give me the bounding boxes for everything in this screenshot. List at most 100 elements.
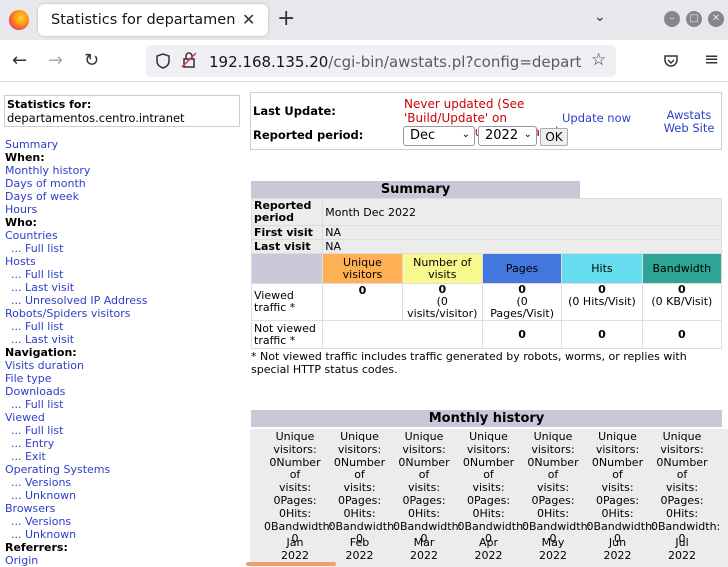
url-text[interactable]: 192.168.135.20/cgi-bin/awstats.pl?config… <box>209 53 581 71</box>
sidebar-section-heading: Navigation: <box>5 346 77 359</box>
sidebar-link[interactable]: ... Versions <box>5 515 71 528</box>
bookmark-star-icon[interactable]: ☆ <box>591 50 606 70</box>
month-stat-line: visitors: <box>273 442 317 456</box>
month-stat-line: visitors: <box>660 442 704 456</box>
sidebar-link[interactable]: Summary <box>5 138 58 151</box>
pocket-icon[interactable] <box>663 53 679 69</box>
sidebar-link[interactable]: ... Unknown <box>5 528 76 541</box>
maximize-icon[interactable]: □ <box>686 11 702 27</box>
viewed-bandwidth-sub: (0 KB/Visit) <box>651 295 713 308</box>
close-icon[interactable]: ✕ <box>242 10 255 29</box>
month-stat-line: Unique <box>598 430 637 443</box>
viewed-traffic-label: Viewed traffic * <box>250 283 324 321</box>
year-select[interactable]: 2022 ⌄ <box>478 126 537 146</box>
sidebar-link[interactable]: ... Full list <box>5 268 63 281</box>
sidebar-link[interactable]: Robots/Spiders visitors <box>5 307 131 320</box>
viewed-pages-sub: (0 Pages/Visit) <box>490 295 555 320</box>
sidebar-link[interactable]: Days of month <box>5 177 86 190</box>
not-viewed-blank <box>322 320 483 349</box>
visits-header: Number of visits <box>401 253 483 284</box>
sidebar-link[interactable]: ... Versions <box>5 476 71 489</box>
sidebar-link[interactable]: ... Unresolved IP Address <box>5 294 148 307</box>
month-stat-line: 0Hits: <box>472 506 505 520</box>
sidebar-subitem: ... Versions <box>5 476 240 489</box>
month-label: Feb 2022 <box>329 536 391 562</box>
not-viewed-bandwidth: 0 <box>641 320 723 349</box>
sidebar-link[interactable]: ... Last visit <box>5 281 74 294</box>
month-year: 2022 <box>539 549 567 562</box>
sidebar-link[interactable]: Downloads <box>5 385 65 398</box>
month-name: Feb <box>349 536 370 549</box>
sidebar-link[interactable]: ... Last visit <box>5 333 74 346</box>
month-select[interactable]: Dec ⌄ <box>403 126 475 146</box>
page-content: Statistics for: departamentos.centro.int… <box>0 82 728 567</box>
chevron-down-icon[interactable]: ⌄ <box>594 9 606 25</box>
sidebar-link[interactable]: Hosts <box>5 255 36 268</box>
sidebar-link[interactable]: Visits duration <box>5 359 84 372</box>
reload-icon[interactable]: ↻ <box>84 50 99 71</box>
sidebar-link[interactable]: Viewed <box>5 411 45 424</box>
month-stat-line: 0Hits: <box>536 506 570 520</box>
last-update-label: Last Update: <box>253 104 336 118</box>
sidebar-link[interactable]: ... Full list <box>5 424 63 437</box>
sidebar-link[interactable]: ... Unknown <box>5 489 76 502</box>
month-name: Jul <box>675 536 689 549</box>
sidebar-link[interactable]: ... Entry <box>5 437 54 450</box>
sidebar-subitem: ... Full list <box>5 242 240 255</box>
month-name: May <box>541 536 565 549</box>
summary-title: Summary <box>251 181 580 198</box>
sidebar-link[interactable]: Countries <box>5 229 58 242</box>
sidebar-link[interactable]: Hours <box>5 203 37 216</box>
not-viewed-hits: 0 <box>561 320 643 349</box>
new-tab-icon[interactable]: + <box>277 6 295 31</box>
month-stat-line: 0Number of <box>656 455 708 482</box>
back-icon[interactable]: ← <box>12 50 27 71</box>
url-bar[interactable]: 192.168.135.20/cgi-bin/awstats.pl?config… <box>146 45 616 77</box>
month-stat-line: 0Number of <box>527 455 579 482</box>
forward-icon[interactable]: → <box>48 50 63 71</box>
month-stat-line: 0Hits: <box>343 506 376 520</box>
sidebar-link[interactable]: Monthly history <box>5 164 90 177</box>
month-stat-line: Unique <box>662 430 702 443</box>
month-stat-line: 0Hits: <box>278 506 312 520</box>
window-close-icon[interactable]: ✕ <box>708 11 724 27</box>
first-visit-value: NA <box>322 225 722 240</box>
not-viewed-pages: 0 <box>481 320 563 349</box>
month-stats: Unique visitors: 0Number of visits: 0Pages: 0… <box>651 430 720 546</box>
viewed-unique: 0 <box>322 283 403 321</box>
minimize-icon[interactable]: – <box>664 11 680 27</box>
sidebar-link[interactable]: ... Full list <box>5 242 63 255</box>
menu-icon[interactable]: ≡ <box>704 49 719 70</box>
month-stat-line: visitors: <box>595 442 640 456</box>
sidebar-subitem: ... Unknown <box>5 489 240 502</box>
sidebar-link[interactable]: Browsers <box>5 502 55 515</box>
ok-button[interactable]: OK <box>540 128 568 146</box>
month-stat-line: 0Number of <box>333 455 386 482</box>
month-stat-line: 0Number of <box>462 455 515 482</box>
sidebar-link[interactable]: Origin <box>5 554 38 567</box>
month-stat-line: Unique <box>533 430 573 443</box>
sidebar-section-heading: When: <box>5 151 45 164</box>
sidebar-link[interactable]: Operating Systems <box>5 463 110 476</box>
shield-icon[interactable] <box>154 52 172 70</box>
period-label: Reported period: <box>253 128 364 142</box>
month-stat-line: 0Pages: <box>531 493 575 507</box>
month-stats: Unique visitors: 0Number of visits: 0Pages: 0… <box>458 430 527 546</box>
month-stat-line: visitors: <box>337 442 382 456</box>
update-now-link[interactable]: Update now <box>562 111 631 125</box>
sidebar-link[interactable]: File type <box>5 372 51 385</box>
browser-tab[interactable]: Statistics for departamentos.centro.intr… <box>38 4 268 36</box>
sidebar-link[interactable]: ... Full list <box>5 320 63 333</box>
month-stat-line: 0Pages: <box>466 493 511 507</box>
sidebar-link[interactable]: ... Exit <box>5 450 46 463</box>
sidebar-item: Monthly history <box>5 164 240 177</box>
month-stat-line: 0Pages: <box>337 493 382 507</box>
site-name: departamentos.centro.intranet <box>7 111 185 125</box>
sidebar-link[interactable]: ... Full list <box>5 398 63 411</box>
sidebar-subitem: ... Entry <box>5 437 240 450</box>
month-name: Jun <box>608 536 627 549</box>
sidebar-link[interactable]: Days of week <box>5 190 79 203</box>
month-stat-line: Unique <box>275 430 315 443</box>
awstats-link[interactable]: Awstats Web Site <box>659 109 719 135</box>
insecure-lock-icon[interactable] <box>180 51 198 69</box>
